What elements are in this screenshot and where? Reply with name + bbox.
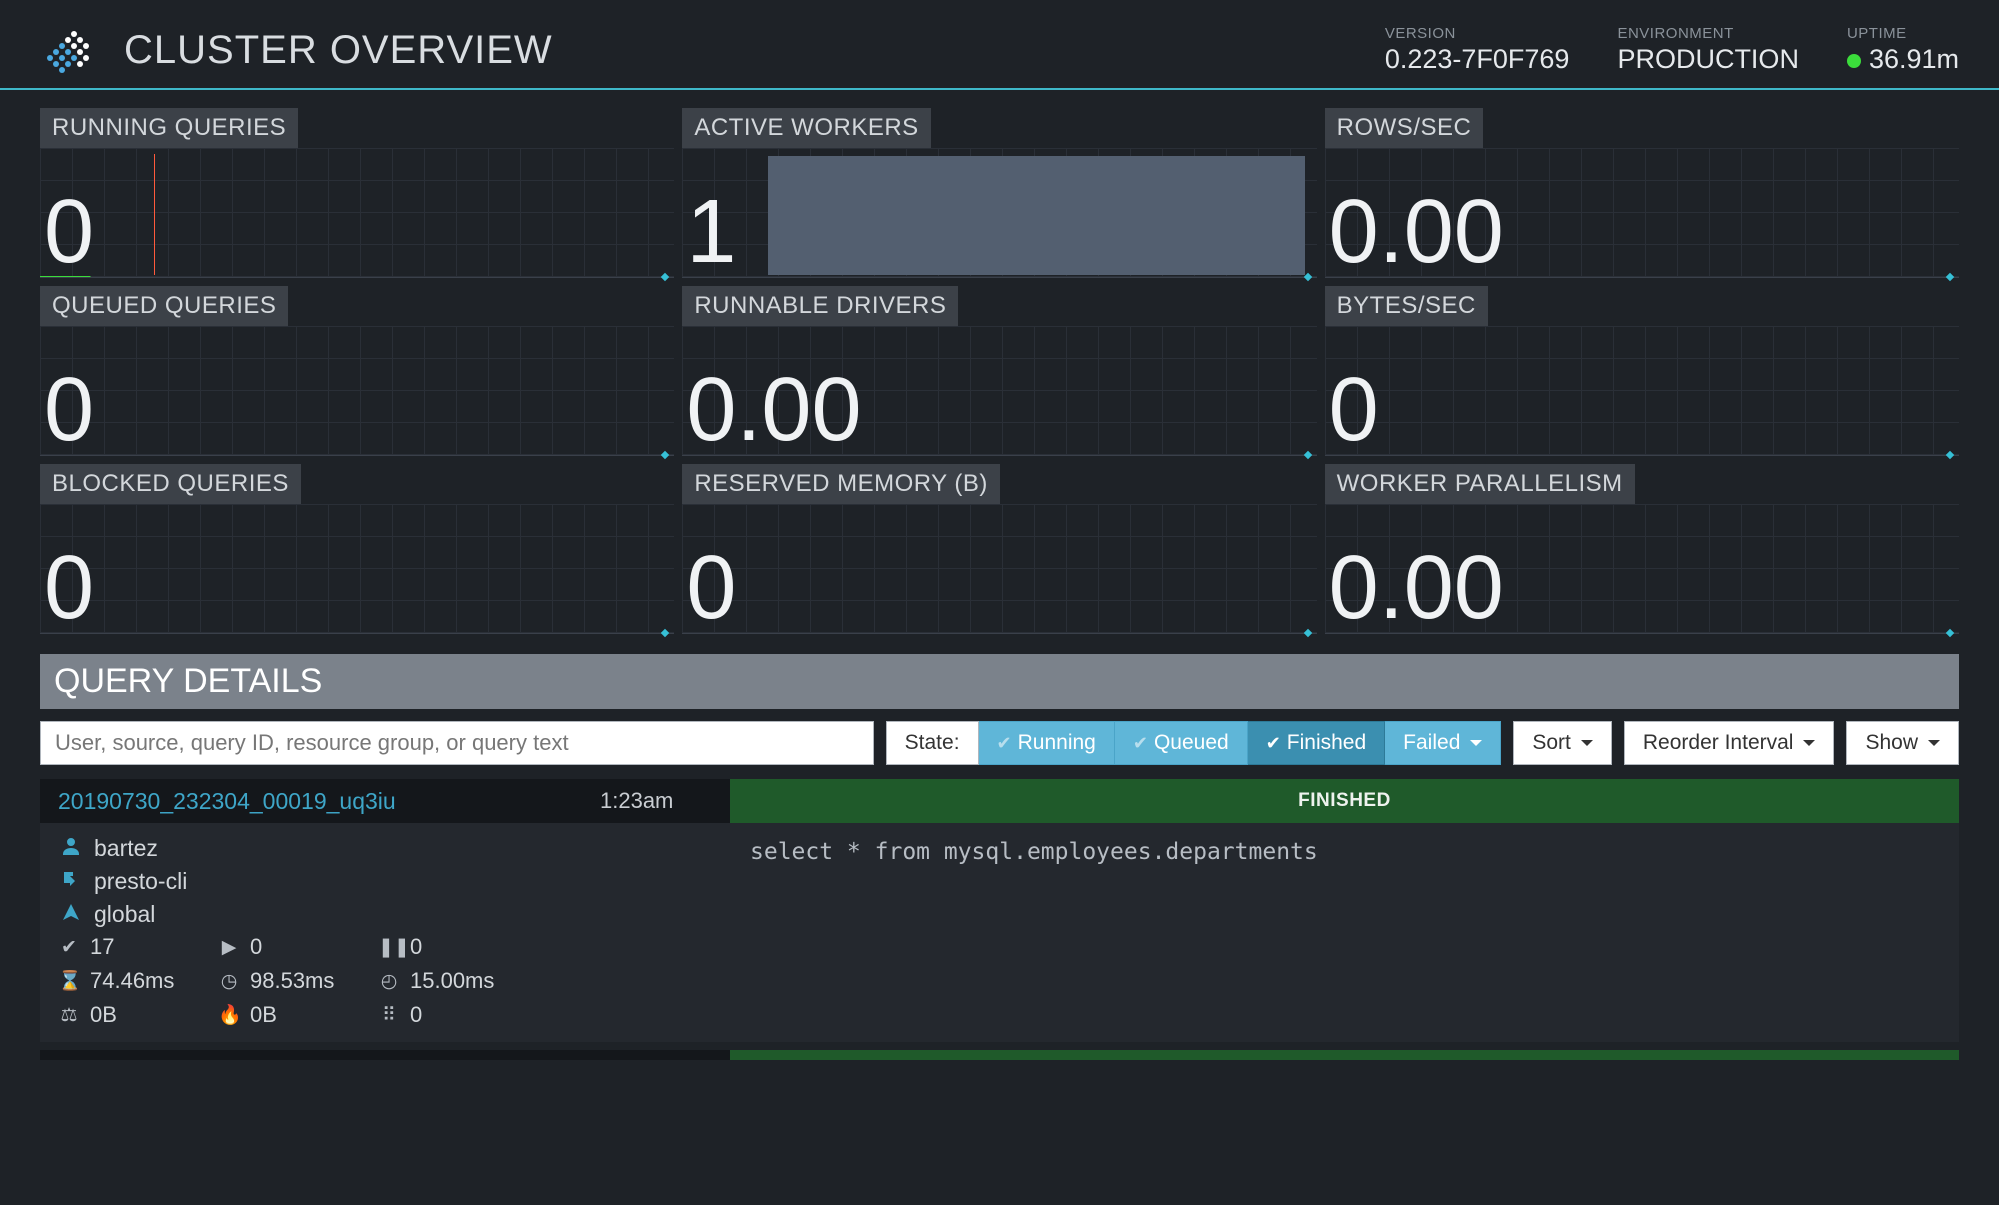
version-block: VERSION 0.223-7F0F769 xyxy=(1385,25,1570,75)
hourglass-icon: ⌛ xyxy=(58,969,80,993)
stat-cpu: 98.53ms xyxy=(250,968,334,994)
query-sql-preview: select * from mysql.employees.department… xyxy=(730,823,1959,1042)
metrics-grid: RUNNING QUERIES 0 ACTIVE WORKERS 1 ROWS/… xyxy=(0,90,1999,640)
metric-rows-per-sec: ROWS/SEC 0.00 xyxy=(1325,108,1959,278)
grid-icon: ⠿ xyxy=(378,1004,400,1027)
stat-cumulative-memory: 0B xyxy=(250,1002,277,1028)
stat-data-read: 0 xyxy=(410,1002,422,1028)
uptime-block: UPTIME 36.91m xyxy=(1847,25,1959,75)
version-label: VERSION xyxy=(1385,25,1570,42)
resource-group-icon xyxy=(58,902,84,928)
metric-value: 0 xyxy=(40,365,94,455)
stat-completed-splits: 17 xyxy=(90,934,114,960)
query-details-title: QUERY DETAILS xyxy=(40,654,1959,709)
metric-label: RUNNABLE DRIVERS xyxy=(682,286,958,326)
metric-value: 0.00 xyxy=(1325,187,1504,277)
query-source: presto-cli xyxy=(94,868,187,895)
sparkline-marker-icon xyxy=(154,154,155,275)
state-filter-queued[interactable]: ✔Queued xyxy=(1115,721,1248,765)
check-icon: ✔ xyxy=(997,733,1012,754)
metric-active-workers: ACTIVE WORKERS 1 xyxy=(682,108,1316,278)
stat-planned: 15.00ms xyxy=(410,968,494,994)
uptime-label: UPTIME xyxy=(1847,25,1959,42)
uptime-status-dot-icon xyxy=(1847,54,1861,68)
metric-value: 0 xyxy=(682,543,736,633)
metric-value: 1 xyxy=(682,187,736,277)
sparkline-area-icon xyxy=(768,156,1304,275)
metric-value: 0 xyxy=(40,543,94,633)
stat-running-splits: 0 xyxy=(250,934,262,960)
metric-label: ACTIVE WORKERS xyxy=(682,108,930,148)
query-time: 1:23am xyxy=(600,788,730,814)
reorder-interval-dropdown[interactable]: Reorder Interval xyxy=(1624,721,1835,765)
metric-reserved-memory: RESERVED MEMORY (B) 0 xyxy=(682,464,1316,634)
query-status-badge: FINISHED xyxy=(730,779,1959,823)
environment-block: ENVIRONMENT PRODUCTION xyxy=(1617,25,1799,75)
stat-queued-splits: 0 xyxy=(410,934,422,960)
metric-label: QUEUED QUERIES xyxy=(40,286,288,326)
metric-queued-queries: QUEUED QUERIES 0 xyxy=(40,286,674,456)
metric-label: WORKER PARALLELISM xyxy=(1325,464,1635,504)
query-user: bartez xyxy=(94,835,158,862)
query-details-toolbar: State: ✔Running ✔Queued ✔Finished Failed… xyxy=(40,721,1959,765)
environment-label: ENVIRONMENT xyxy=(1617,25,1799,42)
state-filter-running[interactable]: ✔Running xyxy=(979,721,1115,765)
sort-dropdown[interactable]: Sort xyxy=(1513,721,1612,765)
version-value: 0.223-7F0F769 xyxy=(1385,44,1570,75)
query-resource-group: global xyxy=(94,901,155,928)
stat-elapsed: 74.46ms xyxy=(90,968,174,994)
state-filter-failed[interactable]: Failed xyxy=(1385,721,1501,765)
metric-runnable-drivers: RUNNABLE DRIVERS 0.00 xyxy=(682,286,1316,456)
pause-icon: ❚❚ xyxy=(378,936,400,959)
check-icon: ✔ xyxy=(1266,733,1281,754)
user-icon xyxy=(58,836,84,862)
presto-logo-icon xyxy=(40,20,100,80)
metric-label: ROWS/SEC xyxy=(1325,108,1484,148)
clock-icon: ◷ xyxy=(218,970,240,993)
metric-running-queries: RUNNING QUERIES 0 xyxy=(40,108,674,278)
source-icon xyxy=(58,869,84,895)
header-bar: CLUSTER OVERVIEW VERSION 0.223-7F0F769 E… xyxy=(0,0,1999,90)
metric-bytes-per-sec: BYTES/SEC 0 xyxy=(1325,286,1959,456)
environment-value: PRODUCTION xyxy=(1617,44,1799,75)
stat-peak-memory: 0B xyxy=(90,1002,117,1028)
show-dropdown[interactable]: Show xyxy=(1846,721,1959,765)
fire-icon: 🔥 xyxy=(218,1003,240,1027)
play-icon: ▶ xyxy=(218,936,240,959)
metric-label: RESERVED MEMORY (B) xyxy=(682,464,1000,504)
stopwatch-icon: ◴ xyxy=(378,970,400,993)
metric-label: BLOCKED QUERIES xyxy=(40,464,301,504)
uptime-value: 36.91m xyxy=(1869,44,1959,74)
query-row xyxy=(40,1050,1959,1060)
query-row: 20190730_232304_00019_uq3iu 1:23am FINIS… xyxy=(40,779,1959,1042)
query-id-link[interactable]: 20190730_232304_00019_uq3iu xyxy=(40,788,600,815)
metric-value: 0 xyxy=(40,187,94,277)
metric-value: 0.00 xyxy=(1325,543,1504,633)
metric-label: BYTES/SEC xyxy=(1325,286,1488,326)
state-label: State: xyxy=(886,721,979,765)
metric-label: RUNNING QUERIES xyxy=(40,108,298,148)
metric-value: 0 xyxy=(1325,365,1379,455)
scale-icon: ⚖ xyxy=(58,1004,80,1027)
page-title: CLUSTER OVERVIEW xyxy=(124,28,553,73)
metric-value: 0.00 xyxy=(682,365,861,455)
metric-worker-parallelism: WORKER PARALLELISM 0.00 xyxy=(1325,464,1959,634)
state-filter-finished[interactable]: ✔Finished xyxy=(1248,721,1385,765)
metric-blocked-queries: BLOCKED QUERIES 0 xyxy=(40,464,674,634)
query-search-input[interactable] xyxy=(40,721,874,765)
check-icon: ✔ xyxy=(1133,733,1148,754)
check-icon: ✔ xyxy=(58,936,80,959)
